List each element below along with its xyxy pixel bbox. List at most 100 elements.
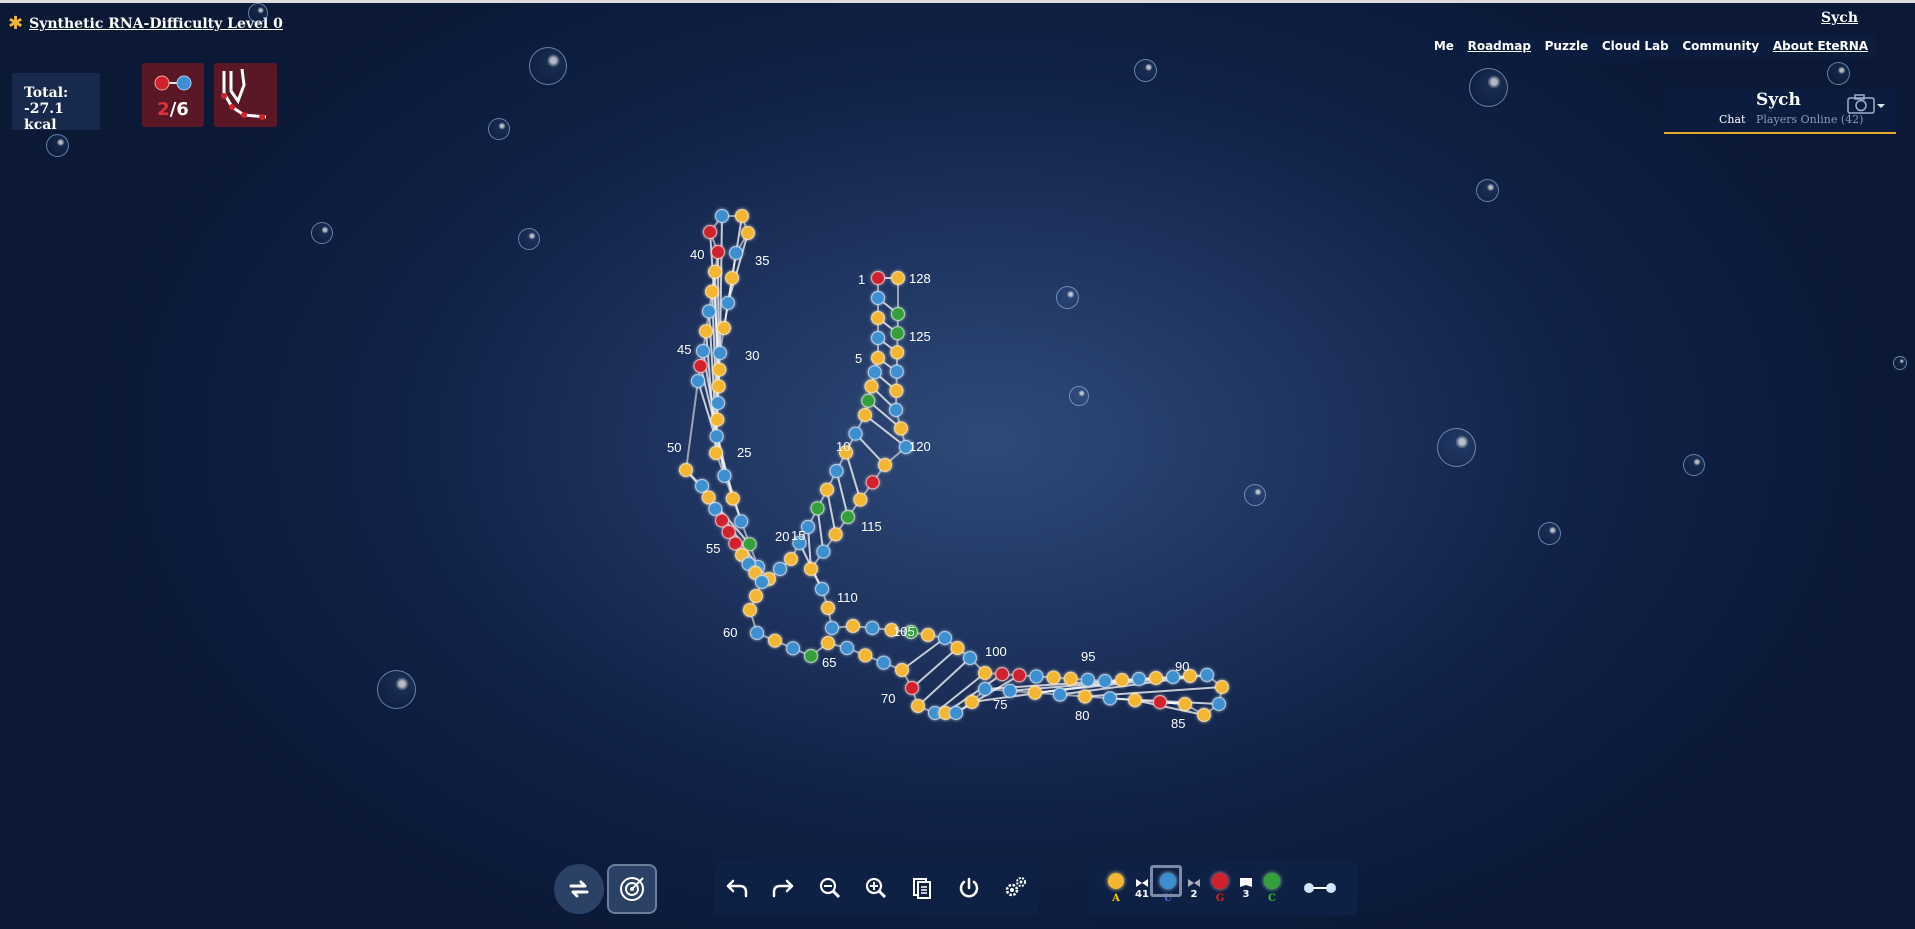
swap-mode-button[interactable] — [554, 864, 604, 914]
nucleotide-126[interactable] — [890, 326, 905, 341]
nucleotide-30[interactable] — [712, 362, 727, 377]
nucleotide-119[interactable] — [877, 457, 893, 473]
nucleotide-93[interactable] — [1114, 672, 1130, 688]
nucleotide-12[interactable] — [829, 463, 844, 479]
nucleotide-53[interactable] — [721, 524, 736, 540]
nucleotide-94[interactable] — [1097, 673, 1113, 689]
nucleotide-44[interactable] — [698, 324, 714, 339]
palette-a[interactable]: A — [1101, 863, 1131, 913]
redo-button[interactable] — [762, 867, 804, 909]
nucleotide-110[interactable] — [824, 620, 840, 636]
nucleotide-85[interactable] — [1196, 707, 1212, 723]
nucleotide-118[interactable] — [865, 475, 880, 490]
nucleotide-125[interactable] — [890, 345, 905, 360]
nucleotide-64[interactable] — [803, 648, 819, 664]
nucleotide-54[interactable] — [728, 536, 743, 551]
nucleotide-33[interactable] — [720, 295, 736, 311]
nucleotide-92[interactable] — [1131, 671, 1147, 687]
nucleotide-117[interactable] — [853, 492, 868, 507]
nucleotide-91[interactable] — [1148, 670, 1164, 686]
nucleotide-62[interactable] — [767, 633, 783, 648]
nucleotide-74[interactable] — [948, 705, 964, 721]
nucleotide-61[interactable] — [749, 625, 765, 641]
nucleotide-84[interactable] — [1177, 696, 1193, 712]
nucleotide-69[interactable] — [894, 662, 910, 678]
nucleotide-45[interactable] — [695, 343, 711, 359]
nucleotide-100[interactable] — [995, 667, 1010, 682]
nucleotide-29[interactable] — [711, 379, 726, 394]
reset-button[interactable] — [948, 867, 990, 909]
nucleotide-34[interactable] — [724, 270, 740, 286]
nucleotide-79[interactable] — [1052, 687, 1068, 702]
nucleotide-101[interactable] — [977, 665, 993, 681]
nucleotide-9[interactable] — [857, 407, 873, 423]
nucleotide-68[interactable] — [876, 655, 891, 670]
nucleotide-32[interactable] — [716, 320, 732, 336]
nucleotide-70[interactable] — [904, 680, 920, 696]
nucleotide-108[interactable] — [865, 620, 880, 636]
nucleotide-109[interactable] — [845, 618, 861, 634]
nucleotide-65[interactable] — [820, 635, 836, 651]
nucleotide-96[interactable] — [1063, 671, 1078, 686]
nucleotide-122[interactable] — [888, 402, 904, 418]
nucleotide-14[interactable] — [810, 501, 825, 516]
nucleotide-40[interactable] — [710, 244, 726, 260]
nucleotide-75[interactable] — [964, 694, 980, 710]
nucleotide-116[interactable] — [840, 509, 856, 525]
nucleotide-43[interactable] — [701, 304, 717, 319]
palette-ug-pair[interactable]: 2 — [1183, 863, 1205, 913]
palette-c[interactable]: C — [1257, 863, 1287, 913]
nucleotide-38[interactable] — [714, 208, 730, 224]
nucleotide-28[interactable] — [710, 395, 726, 411]
nucleotide-112[interactable] — [814, 581, 830, 597]
nucleotide-35[interactable] — [728, 245, 744, 261]
nucleotide-88[interactable] — [1199, 667, 1215, 683]
nucleotide-46[interactable] — [693, 358, 708, 374]
nucleotide-60[interactable] — [742, 602, 758, 618]
nucleotide-10[interactable] — [848, 426, 863, 441]
nucleotide-80[interactable] — [1077, 689, 1093, 704]
nucleotide-26[interactable] — [709, 429, 724, 444]
nucleotide-7[interactable] — [864, 379, 879, 394]
nucleotide-97[interactable] — [1046, 670, 1061, 685]
nucleotide-13[interactable] — [819, 482, 835, 497]
nucleotide-78[interactable] — [1027, 685, 1043, 700]
settings-button[interactable] — [994, 867, 1036, 909]
nucleotide-31[interactable] — [712, 345, 728, 361]
nucleotide-98[interactable] — [1029, 669, 1044, 684]
nucleotide-24[interactable] — [717, 468, 732, 483]
pair-mode-button[interactable] — [1295, 863, 1345, 913]
nucleotide-113[interactable] — [803, 561, 819, 577]
zoom-out-button[interactable] — [809, 867, 851, 909]
undo-button[interactable] — [716, 867, 758, 909]
nucleotide-39[interactable] — [702, 224, 718, 240]
nucleotide-22[interactable] — [734, 514, 749, 529]
nucleotide-2[interactable] — [870, 290, 886, 306]
nucleotide-67[interactable] — [858, 648, 873, 663]
nucleotide-76[interactable] — [977, 681, 993, 697]
palette-u[interactable]: U — [1150, 863, 1183, 913]
nucleotide-36[interactable] — [740, 225, 756, 241]
nucleotide-3[interactable] — [870, 310, 886, 326]
nucleotide-111[interactable] — [820, 600, 836, 616]
nucleotide-51[interactable] — [708, 501, 723, 517]
nucleotide-1[interactable] — [870, 270, 886, 286]
nucleotide-23[interactable] — [725, 491, 740, 506]
nucleotide-87[interactable] — [1214, 679, 1230, 695]
nucleotide-121[interactable] — [893, 421, 909, 436]
nucleotide-123[interactable] — [889, 383, 904, 398]
nucleotide-58[interactable] — [754, 574, 770, 590]
copy-sequence-button[interactable] — [901, 867, 943, 909]
nucleotide-59[interactable] — [748, 588, 764, 604]
nucleotide-17[interactable] — [783, 551, 799, 567]
nucleotide-42[interactable] — [704, 284, 720, 299]
nucleotide-104[interactable] — [937, 630, 953, 646]
nucleotide-127[interactable] — [890, 306, 906, 322]
zoom-in-button[interactable] — [855, 867, 897, 909]
rna-structure[interactable]: 1510152025303540455055606570 758085909510… — [0, 0, 1915, 929]
nucleotide-86[interactable] — [1211, 696, 1227, 712]
nucleotide-114[interactable] — [816, 544, 831, 559]
nucleotide-95[interactable] — [1080, 672, 1095, 687]
nucleotide-50[interactable] — [701, 490, 716, 505]
nucleotide-105[interactable] — [920, 627, 936, 643]
